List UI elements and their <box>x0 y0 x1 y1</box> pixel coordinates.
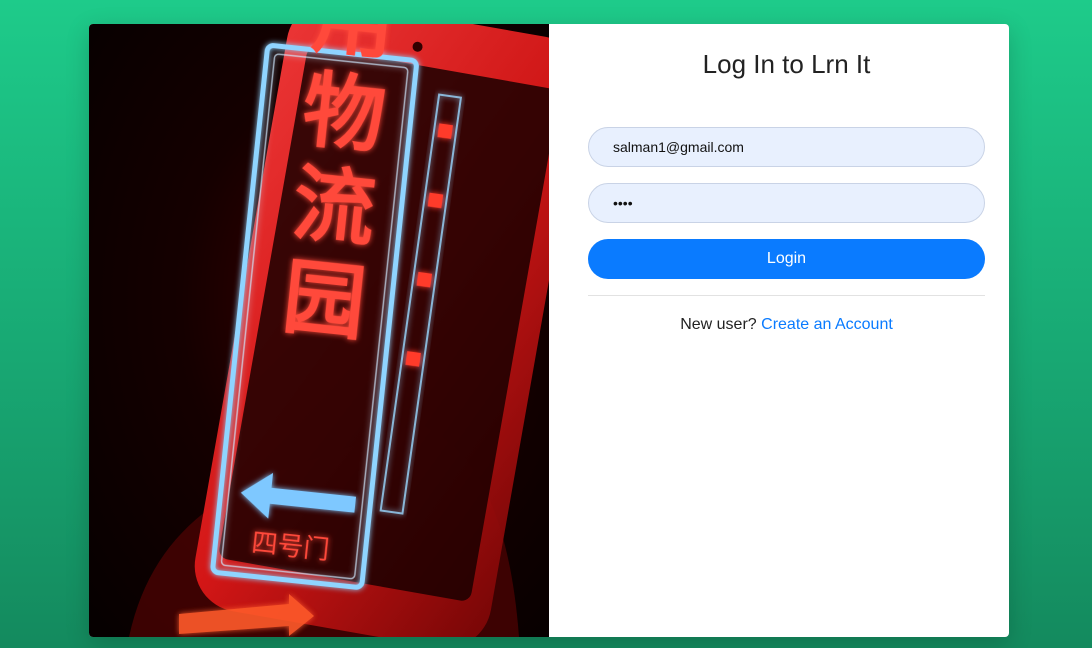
svg-text:■: ■ <box>435 119 455 142</box>
email-field[interactable] <box>588 127 985 167</box>
hero-photo: 用物流园 四号门 ■ ■ ■ ■ <box>89 24 549 637</box>
svg-text:■: ■ <box>403 346 423 369</box>
page-title: Log In to Lrn It <box>702 49 871 79</box>
signup-prompt-text: New user? <box>680 316 757 333</box>
login-button[interactable]: Login <box>588 239 985 279</box>
svg-text:■: ■ <box>414 267 434 290</box>
divider <box>588 295 985 296</box>
signup-prompt: New user? Create an Account <box>588 316 985 334</box>
login-form-panel: Log In to Lrn It Login New user? Create … <box>549 24 1009 637</box>
password-field[interactable] <box>588 183 985 223</box>
neon-sign-photo-graphic: 用物流园 四号门 ■ ■ ■ ■ <box>129 24 549 637</box>
svg-text:■: ■ <box>426 188 446 211</box>
create-account-link[interactable]: Create an Account <box>761 316 893 333</box>
login-card: 用物流园 四号门 ■ ■ ■ ■ Log In to Lrn It Login <box>89 24 1009 637</box>
